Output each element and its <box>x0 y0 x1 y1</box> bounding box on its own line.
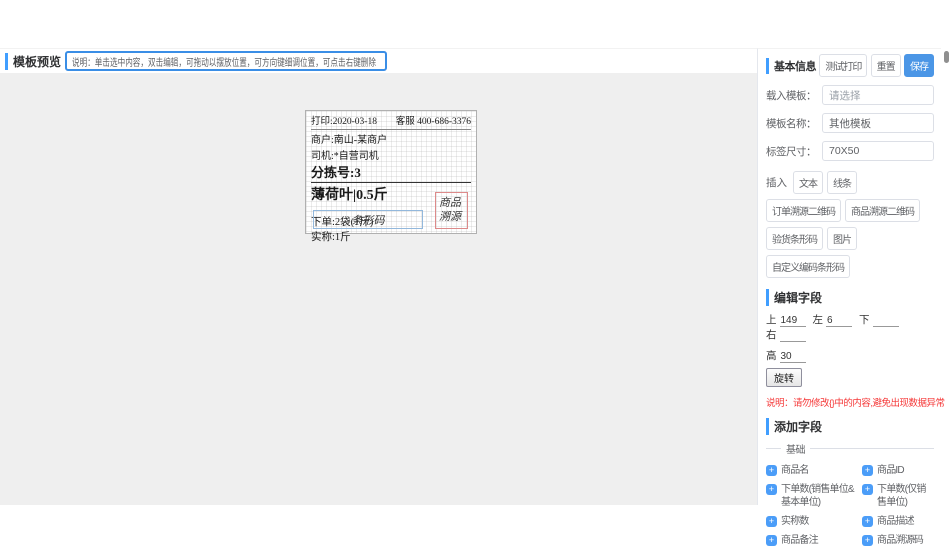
pos-top: 上 149 <box>766 312 806 327</box>
add-field-label: 下单数(销售单位&基本单位) <box>781 483 860 509</box>
template-name-row: 模板名称： 其他模板 <box>766 113 934 133</box>
divider-line <box>810 448 934 449</box>
reset-button[interactable]: 重置 <box>871 54 901 77</box>
preview-header: 模板预览 说明：单击选中内容，双击编辑，可拖动以摆放位置，可方向键细调位置，可点… <box>0 48 757 73</box>
add-field-item[interactable]: + 商品备注 <box>766 534 860 547</box>
pos-left: 左 6 <box>813 312 853 327</box>
add-field-label: 商品溯源码 <box>877 534 923 547</box>
properties-panel: 基本信息 测试打印 重置 保存 载入模板： 请选择 模板名称： 其他模板 标签尺… <box>757 48 941 505</box>
pos-top-input[interactable]: 149 <box>780 315 806 327</box>
design-canvas[interactable]: 打印:2020-03-18 客服 400-686-3376 商户:南山-某商户 … <box>0 73 757 505</box>
pos-right: 右 <box>766 327 806 342</box>
merchant-line[interactable]: 商户:南山-某商户 <box>311 131 471 146</box>
instruction-text: 说明：单击选中内容，双击编辑，可拖动以摆放位置，可方向键细调位置，可点击右键删除 <box>72 54 376 69</box>
insert-button[interactable]: 验货条形码 <box>766 227 823 250</box>
position-fields: 上 149 左 6 下 右 <box>766 312 934 342</box>
template-name-label: 模板名称： <box>766 116 822 131</box>
pos-height-label: 高 <box>766 348 777 363</box>
plus-icon: + <box>862 516 873 527</box>
rotate-button[interactable]: 旋转 <box>766 368 802 387</box>
plus-icon: + <box>766 535 777 546</box>
pos-height-input[interactable]: 30 <box>780 351 806 363</box>
plus-icon: + <box>862 484 873 495</box>
add-field-item[interactable]: + 商品ID <box>862 464 934 477</box>
plus-icon: + <box>766 484 777 495</box>
add-field-item[interactable]: + 实称数 <box>766 515 860 528</box>
insert-button[interactable]: 图片 <box>827 227 857 250</box>
save-button[interactable]: 保存 <box>904 54 934 77</box>
insert-button[interactable]: 线条 <box>827 171 857 194</box>
label-top-row: 打印:2020-03-18 客服 400-686-3376 <box>311 113 471 130</box>
basic-info-header: 基本信息 测试打印 重置 保存 <box>766 54 934 77</box>
pos-bottom-label: 下 <box>859 312 870 327</box>
trace-qr-placeholder[interactable]: 商品溯源 <box>435 192 468 229</box>
add-field-grid: + 商品名 + 商品ID + 下单数(销售单位&基本单位) + 下单数(仅销售单… <box>766 464 934 550</box>
plus-icon: + <box>766 516 777 527</box>
panel-scrollbar[interactable] <box>944 51 949 63</box>
pos-top-label: 上 <box>766 312 777 327</box>
pos-height: 高 30 <box>766 348 806 363</box>
add-field-item[interactable]: + 下单数(销售单位&基本单位) <box>766 483 860 509</box>
load-template-label: 载入模板： <box>766 88 822 103</box>
pos-right-label: 右 <box>766 327 777 342</box>
load-template-row: 载入模板： 请选择 <box>766 85 934 105</box>
plus-icon: + <box>766 465 777 476</box>
insert-toolbar: 插入 文本 线条 订单溯源二维码 商品溯源二维码 验货条形码 图片 自定义编码条… <box>766 171 934 278</box>
barcode-placeholder[interactable]: 条形码 <box>313 210 423 229</box>
plus-icon: + <box>862 535 873 546</box>
add-field-item[interactable]: + 商品溯源码 <box>862 534 934 547</box>
tab-basic[interactable]: 基础 <box>786 441 805 456</box>
divider-line <box>766 448 781 449</box>
driver-line[interactable]: 司机:*自营司机 <box>311 147 471 162</box>
add-field-label: 实称数 <box>781 515 809 528</box>
load-template-select[interactable]: 请选择 <box>822 85 934 105</box>
add-field-item[interactable]: + 下单数(仅销售单位) <box>862 483 934 509</box>
add-field-label: 商品ID <box>877 464 904 477</box>
preview-title: 模板预览 <box>5 53 61 70</box>
sorting-number[interactable]: 分拣号:3 <box>311 162 471 183</box>
service-phone[interactable]: 客服 400-686-3376 <box>396 113 471 127</box>
actual-weight[interactable]: 实称:1斤 <box>311 229 471 244</box>
template-name-input[interactable]: 其他模板 <box>822 113 934 133</box>
basic-info-title: 基本信息 <box>766 58 816 74</box>
add-field-label: 商品名 <box>781 464 809 477</box>
pos-bottom: 下 <box>859 312 899 327</box>
label-template-editor: 模板预览 说明：单击选中内容，双击编辑，可拖动以摆放位置，可方向键细调位置，可点… <box>0 0 951 550</box>
pos-left-input[interactable]: 6 <box>826 315 852 327</box>
pos-right-input[interactable] <box>780 330 806 342</box>
add-field-label: 商品描述 <box>877 515 914 528</box>
label-size-row: 标签尺寸： 70X50 <box>766 141 934 161</box>
insert-button[interactable]: 文本 <box>793 171 823 194</box>
insert-button[interactable]: 商品溯源二维码 <box>845 199 920 222</box>
add-field-label: 商品备注 <box>781 534 818 547</box>
label-size-label: 标签尺寸： <box>766 144 822 159</box>
edit-field-title: 编辑字段 <box>766 289 934 306</box>
print-date[interactable]: 打印:2020-03-18 <box>311 113 377 127</box>
pos-left-label: 左 <box>813 312 824 327</box>
height-field-row: 高 30 <box>766 348 934 363</box>
insert-button[interactable]: 自定义编码条形码 <box>766 255 850 278</box>
instruction-banner: 说明：单击选中内容，双击编辑，可拖动以摆放位置，可方向键细调位置，可点击右键删除 <box>65 51 387 71</box>
basic-tab-divider: 基础 <box>766 441 934 456</box>
add-field-item[interactable]: + 商品描述 <box>862 515 934 528</box>
label-size-input[interactable]: 70X50 <box>822 141 934 161</box>
edit-warning-text: 说明：请勿修改{}中的内容,避免出现数据异常 <box>766 395 934 409</box>
insert-label: 插入 <box>766 175 787 190</box>
add-field-title: 添加字段 <box>766 418 934 435</box>
add-field-label: 下单数(仅销售单位) <box>877 483 934 509</box>
plus-icon: + <box>862 465 873 476</box>
pos-bottom-input[interactable] <box>873 315 899 327</box>
add-field-item[interactable]: + 商品名 <box>766 464 860 477</box>
test-print-button[interactable]: 测试打印 <box>819 54 867 77</box>
label-preview[interactable]: 打印:2020-03-18 客服 400-686-3376 商户:南山-某商户 … <box>305 110 477 234</box>
insert-button[interactable]: 订单溯源二维码 <box>766 199 841 222</box>
